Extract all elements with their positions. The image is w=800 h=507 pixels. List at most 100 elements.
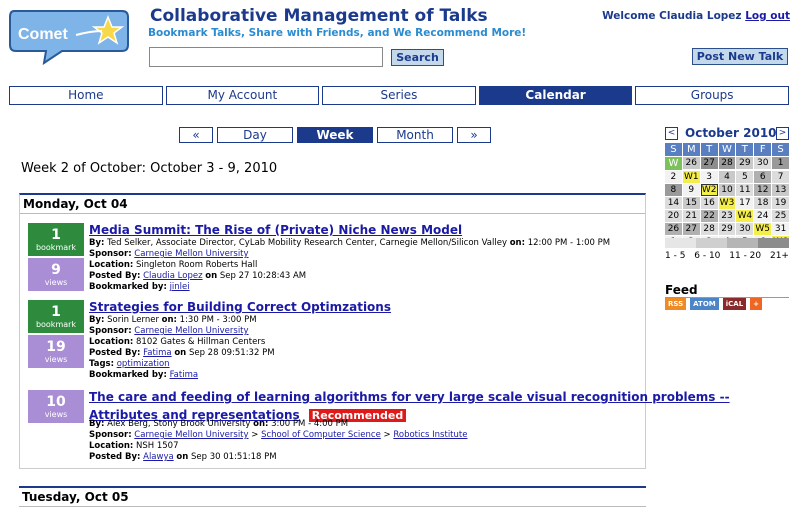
scale-swatch [665, 238, 696, 248]
calendar-day[interactable]: 5 [736, 171, 754, 183]
talk-title-link[interactable]: The care and feeding of learning algorit… [89, 390, 730, 404]
calendar-week-link[interactable]: W4 [736, 210, 754, 222]
views-label: views [44, 355, 68, 364]
calendar-day[interactable]: 12 [754, 184, 772, 196]
talk-sponsor: Sponsor: Carnegie Mellon University [89, 249, 249, 259]
ical-feed-button[interactable]: iCAL [722, 298, 747, 310]
tag-link[interactable]: optimization [117, 359, 170, 369]
calendar-day[interactable]: 21 [682, 210, 700, 222]
talk-posted-by: Posted By: Fatima on Sep 28 09:51:32 PM [89, 348, 275, 358]
poster-link[interactable]: Alawya [143, 452, 174, 462]
calendar-day[interactable]: 14 [665, 197, 682, 209]
calendar-day[interactable]: 30 [754, 157, 772, 169]
calendar-day[interactable]: 27 [700, 157, 718, 169]
nav-tab-my-account[interactable]: My Account [165, 86, 320, 105]
calendar-day[interactable]: 13 [772, 184, 789, 196]
speech-bubble-icon: Comet [9, 10, 129, 66]
calendar-day[interactable]: 1 [772, 157, 789, 169]
poster-link[interactable]: Fatima [143, 348, 172, 358]
calendar-day[interactable]: 11 [736, 184, 754, 196]
day-title: Tuesday, Oct 05 [19, 488, 646, 507]
calendar-day[interactable]: 29 [718, 223, 736, 235]
views-label: views [44, 410, 68, 419]
search-input[interactable] [149, 47, 383, 67]
calendar-dow-header: F [754, 143, 772, 156]
comet-logo[interactable]: Comet [6, 5, 134, 66]
calendar-day[interactable]: 19 [772, 197, 789, 209]
atom-feed-button[interactable]: ATOM [690, 298, 719, 310]
calendar-day[interactable]: 3 [700, 171, 718, 183]
sponsor-link[interactable]: Carnegie Mellon University [134, 326, 248, 336]
bookmark-count-badge[interactable]: 1 bookmark [28, 300, 84, 333]
week-view-button[interactable]: Week [297, 127, 373, 143]
calendar-header: < October 2010 > [665, 126, 789, 141]
calendar-day[interactable]: 17 [736, 197, 754, 209]
bookmarker-link[interactable]: jinlei [170, 282, 190, 292]
calendar-week-link[interactable]: W1 [682, 171, 700, 183]
calendar-day[interactable]: 10 [718, 184, 736, 196]
calendar-density-scale [665, 238, 789, 248]
calendar-day[interactable]: 25 [772, 210, 789, 222]
calendar-day[interactable]: 16 [700, 197, 718, 209]
calendar-day[interactable]: 23 [718, 210, 736, 222]
day-view-button[interactable]: Day [217, 127, 293, 143]
prev-week-button[interactable]: « [179, 127, 213, 143]
search-button[interactable]: Search [391, 49, 444, 66]
calendar-day[interactable]: 2 [665, 171, 682, 183]
views-count: 9 [51, 262, 61, 278]
calendar-day[interactable]: 31 [772, 223, 789, 235]
bookmark-label: bookmark [35, 243, 77, 252]
talk-bookmarked-by: Bookmarked by: jinlei [89, 282, 190, 292]
nav-tab-groups[interactable]: Groups [635, 86, 789, 105]
talk-speaker: By: Alex Berg, Stony Brook University on… [89, 419, 349, 429]
calendar-day[interactable]: 20 [665, 210, 682, 222]
post-new-talk-button[interactable]: Post New Talk [692, 48, 788, 65]
calendar-day[interactable]: 27 [682, 223, 700, 235]
calendar-day[interactable]: 8 [665, 184, 682, 196]
calendar-week-link[interactable]: W5 [754, 223, 772, 235]
calendar-day[interactable]: 28 [700, 223, 718, 235]
bookmark-label: bookmark [35, 320, 77, 329]
poster-link[interactable]: Claudia Lopez [143, 271, 202, 281]
calendar-day[interactable]: 30 [736, 223, 754, 235]
logout-link[interactable]: Log out [745, 10, 790, 22]
calendar-week-link[interactable]: W3 [718, 197, 736, 209]
calendar-day[interactable]: 28 [718, 157, 736, 169]
talk-speaker: By: Ted Selker, Associate Director, CyLa… [89, 238, 611, 248]
nav-tab-series[interactable]: Series [322, 86, 476, 105]
talk-posted-by: Posted By: Alawya on Sep 30 01:51:18 PM [89, 452, 277, 462]
talk-title-link[interactable]: Media Summit: The Rise of (Private) Nich… [89, 223, 462, 237]
calendar-next-month-button[interactable]: > [776, 127, 789, 140]
calendar-day[interactable]: 22 [700, 210, 718, 222]
talk-title-link[interactable]: Strategies for Building Correct Optimzat… [89, 300, 391, 314]
next-week-button[interactable]: » [457, 127, 491, 143]
sponsor-link[interactable]: School of Computer Science [261, 430, 381, 440]
rss-feed-button[interactable]: RSS [665, 298, 687, 310]
calendar-day[interactable]: 24 [754, 210, 772, 222]
talk-posted-by: Posted By: Claudia Lopez on Sep 27 10:28… [89, 271, 307, 281]
month-view-button[interactable]: Month [377, 127, 453, 143]
calendar-day[interactable]: 29 [736, 157, 754, 169]
calendar-day[interactable]: 26 [665, 223, 682, 235]
add-feed-icon[interactable]: + [750, 298, 763, 310]
sponsor-link[interactable]: Robotics Institute [393, 430, 467, 440]
nav-tab-calendar[interactable]: Calendar [478, 86, 633, 105]
nav-tab-home[interactable]: Home [9, 86, 163, 105]
calendar-day[interactable]: 26 [682, 157, 700, 169]
calendar-day[interactable]: 7 [772, 171, 789, 183]
calendar-dow-header: W [718, 143, 736, 156]
calendar-dow-header: T [700, 143, 718, 156]
calendar-day[interactable]: 4 [718, 171, 736, 183]
calendar-day[interactable]: 15 [682, 197, 700, 209]
calendar-day[interactable]: 9 [682, 184, 700, 196]
calendar-prev-month-button[interactable]: < [665, 127, 678, 140]
calendar-week-link[interactable]: W2 [700, 184, 718, 196]
bookmarker-link[interactable]: Fatima [170, 370, 199, 380]
calendar-day[interactable]: 18 [754, 197, 772, 209]
talk-location: Location: Singleton Room Roberts Hall [89, 260, 258, 270]
sponsor-link[interactable]: Carnegie Mellon University [134, 249, 248, 259]
calendar-day[interactable]: 6 [754, 171, 772, 183]
bookmark-count-badge[interactable]: 1 bookmark [28, 223, 84, 256]
scale-label: 11 - 20 [729, 251, 762, 261]
sponsor-link[interactable]: Carnegie Mellon University [134, 430, 248, 440]
